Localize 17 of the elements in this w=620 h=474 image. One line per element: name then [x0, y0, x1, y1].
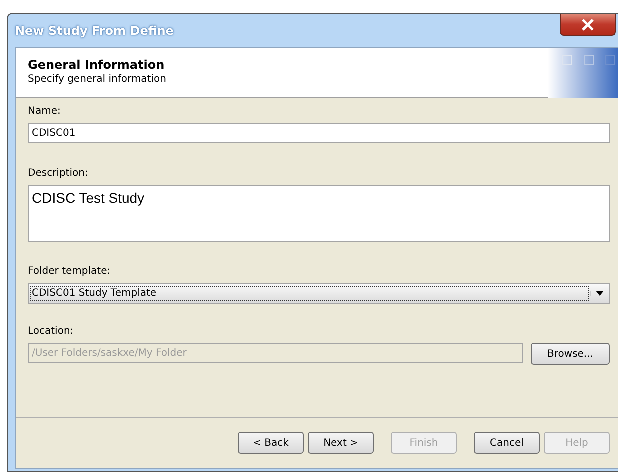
- dialog-button[interactable]: Cancel: [474, 432, 540, 454]
- dropdown[interactable]: CDISC01 Study Template: [28, 283, 610, 304]
- field-label: Location:: [28, 326, 75, 337]
- close-icon: [581, 18, 595, 30]
- input-field[interactable]: CDISC01: [28, 123, 610, 143]
- field-label: Name:: [28, 106, 62, 117]
- banner-drawing: [548, 48, 618, 98]
- window-title: New Study From Define: [15, 24, 174, 38]
- close-button[interactable]: [560, 14, 616, 36]
- page-title: General Information: [28, 58, 166, 72]
- dialog-button[interactable]: Next >: [308, 432, 374, 454]
- page-subtitle: Specify general information: [28, 74, 166, 85]
- field-label: Folder template:: [28, 266, 112, 277]
- text-area[interactable]: CDISC Test Study: [28, 185, 610, 242]
- dialog-button[interactable]: < Back: [238, 432, 304, 454]
- field-label: Description:: [28, 168, 90, 179]
- dropdown-arrow-icon: [596, 291, 604, 296]
